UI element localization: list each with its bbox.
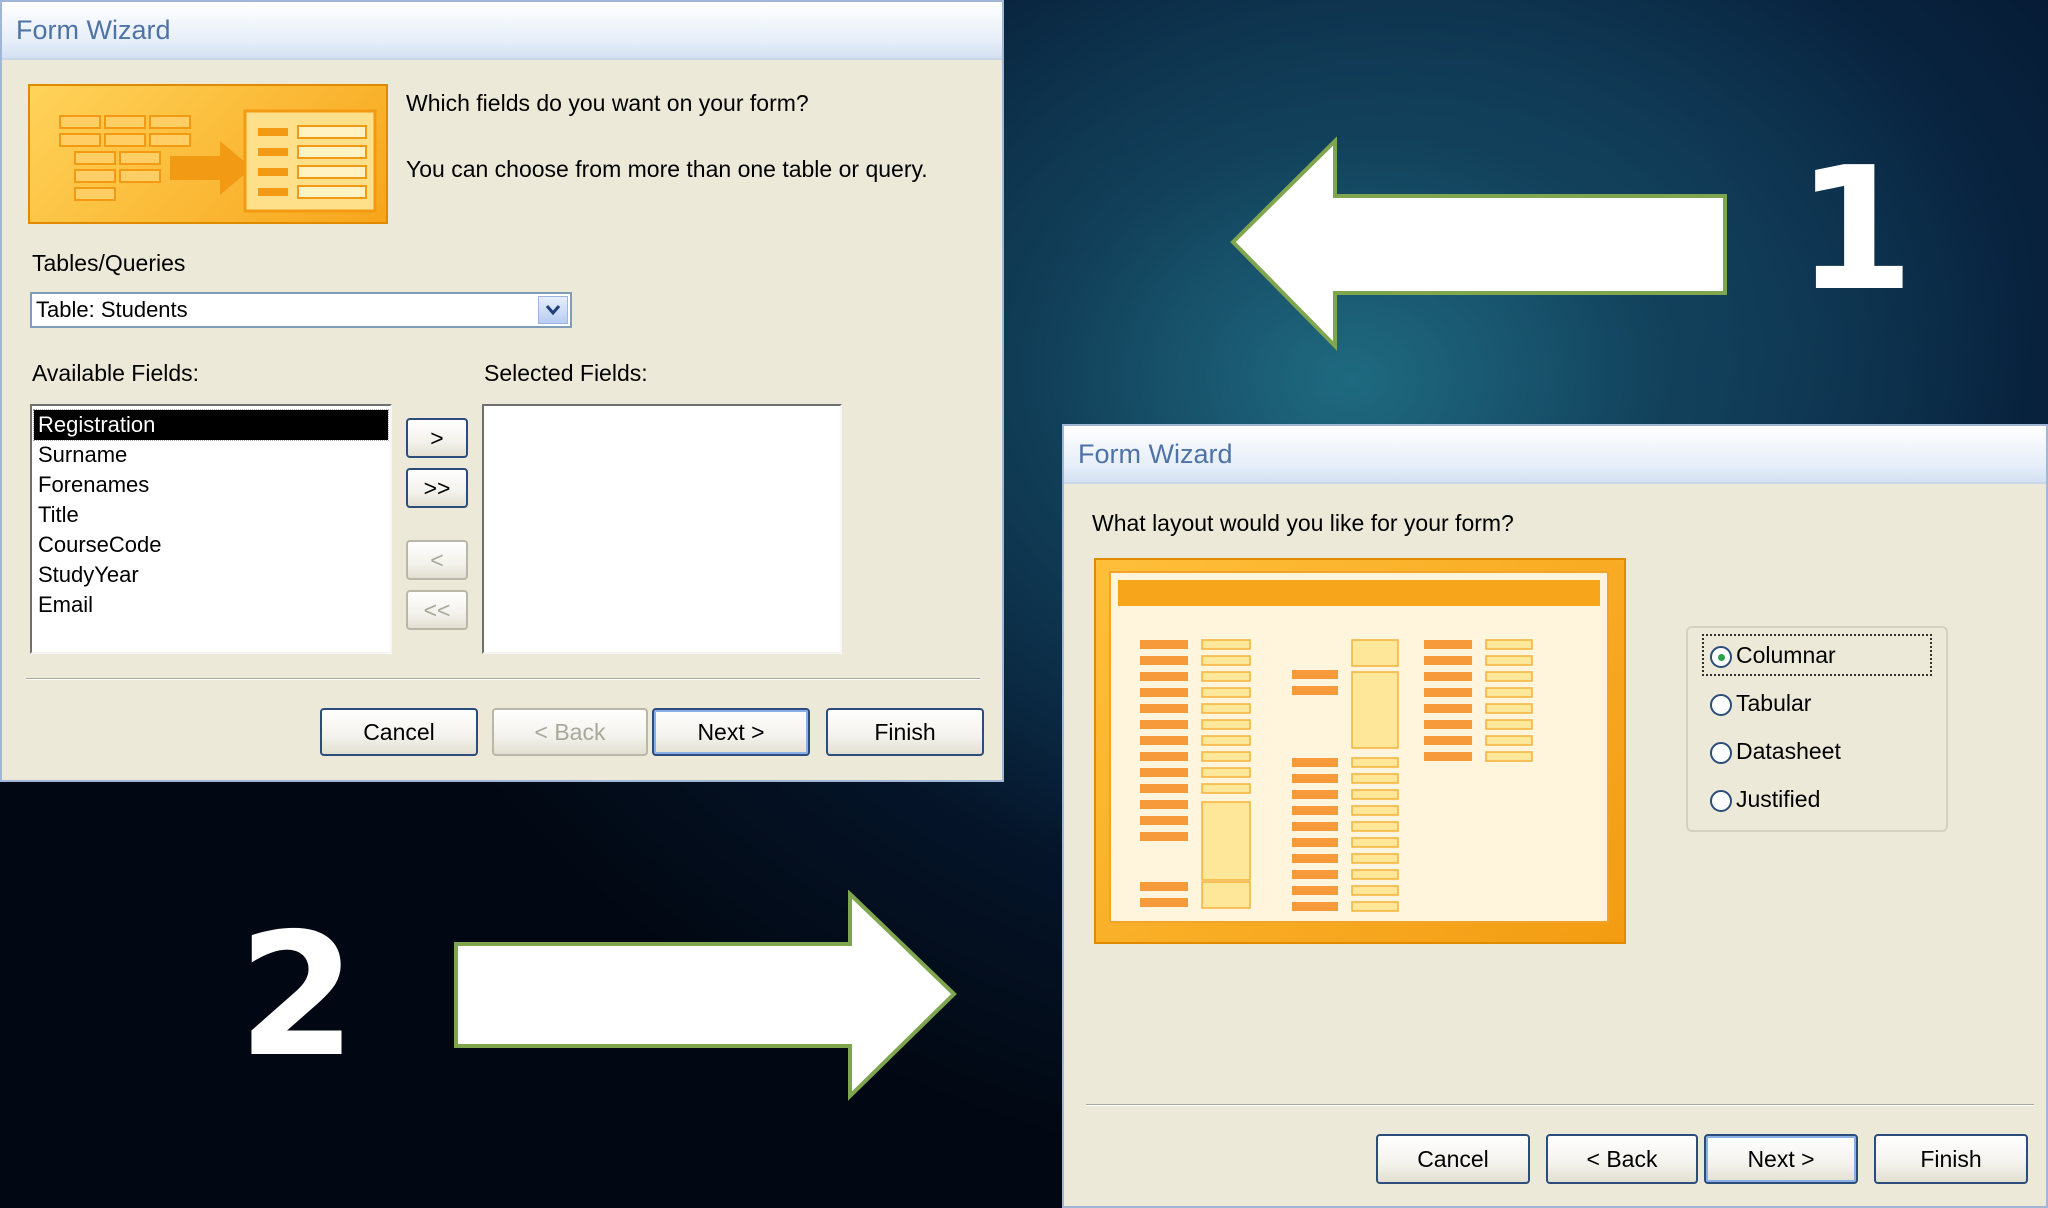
right-arrow-annotation	[454, 890, 957, 1101]
list-item[interactable]: StudyYear	[34, 560, 388, 590]
list-item[interactable]: Registration	[33, 409, 389, 441]
wizard-hint: You can choose from more than one table …	[406, 156, 928, 182]
remove-field-button[interactable]: <	[406, 540, 468, 580]
radio-button-icon[interactable]	[1710, 646, 1732, 668]
dialog-title: Form Wizard	[2, 2, 1002, 60]
divider	[1086, 1104, 2034, 1106]
left-arrow-annotation	[1230, 136, 1727, 351]
radio-justified[interactable]: Justified	[1704, 780, 1930, 818]
back-button[interactable]: < Back	[1546, 1134, 1698, 1184]
remove-all-fields-button[interactable]: <<	[406, 590, 468, 630]
tables-queries-value: Table: Students	[36, 297, 188, 322]
radio-label-datasheet: Datasheet	[1736, 738, 1841, 764]
selected-fields-label: Selected Fields:	[484, 360, 648, 386]
cancel-button[interactable]: Cancel	[320, 708, 478, 756]
layout-question: What layout would you like for your form…	[1092, 510, 1514, 536]
radio-label-columnar: Columnar	[1736, 642, 1836, 668]
radio-button-icon[interactable]	[1710, 742, 1732, 764]
selected-fields-list[interactable]	[482, 404, 842, 654]
finish-button[interactable]: Finish	[1874, 1134, 2028, 1184]
list-item[interactable]: Email	[34, 590, 388, 620]
radio-tabular[interactable]: Tabular	[1704, 684, 1930, 722]
form-wizard-dialog-step1: Form Wizard Which fields do you want on …	[0, 0, 1004, 782]
tables-queries-label: Tables/Queries	[32, 250, 186, 276]
radio-label-tabular: Tabular	[1736, 690, 1812, 716]
layout-preview	[1094, 558, 1626, 944]
list-item[interactable]: Surname	[34, 440, 388, 470]
step-number-2: 2	[238, 897, 357, 1095]
wizard-illustration	[28, 84, 388, 224]
form-wizard-dialog-step2: Form Wizard What layout would you like f…	[1062, 424, 2048, 1208]
radio-datasheet[interactable]: Datasheet	[1704, 732, 1930, 770]
list-item[interactable]: Forenames	[34, 470, 388, 500]
finish-button[interactable]: Finish	[826, 708, 984, 756]
wizard-question: Which fields do you want on your form?	[406, 90, 809, 116]
back-button[interactable]: < Back	[492, 708, 648, 756]
dialog-title: Form Wizard	[1064, 426, 2046, 484]
columnar-layout-preview-image	[1109, 571, 1609, 923]
divider	[26, 678, 980, 680]
radio-button-icon[interactable]	[1710, 694, 1732, 716]
list-item[interactable]: CourseCode	[34, 530, 388, 560]
list-item[interactable]: Title	[34, 500, 388, 530]
tables-queries-select[interactable]: Table: Students	[30, 292, 572, 328]
available-fields-list[interactable]: Registration Surname Forenames Title Cou…	[30, 404, 392, 654]
chevron-down-icon[interactable]	[538, 296, 568, 324]
radio-button-icon[interactable]	[1710, 790, 1732, 812]
add-field-button[interactable]: >	[406, 418, 468, 458]
next-button[interactable]: Next >	[652, 708, 810, 756]
radio-label-justified: Justified	[1736, 786, 1821, 812]
next-button[interactable]: Next >	[1704, 1134, 1858, 1184]
step-number-1: 1	[1796, 131, 1915, 329]
radio-columnar[interactable]: Columnar	[1702, 634, 1932, 676]
cancel-button[interactable]: Cancel	[1376, 1134, 1530, 1184]
add-all-fields-button[interactable]: >>	[406, 468, 468, 508]
available-fields-label: Available Fields:	[32, 360, 200, 386]
